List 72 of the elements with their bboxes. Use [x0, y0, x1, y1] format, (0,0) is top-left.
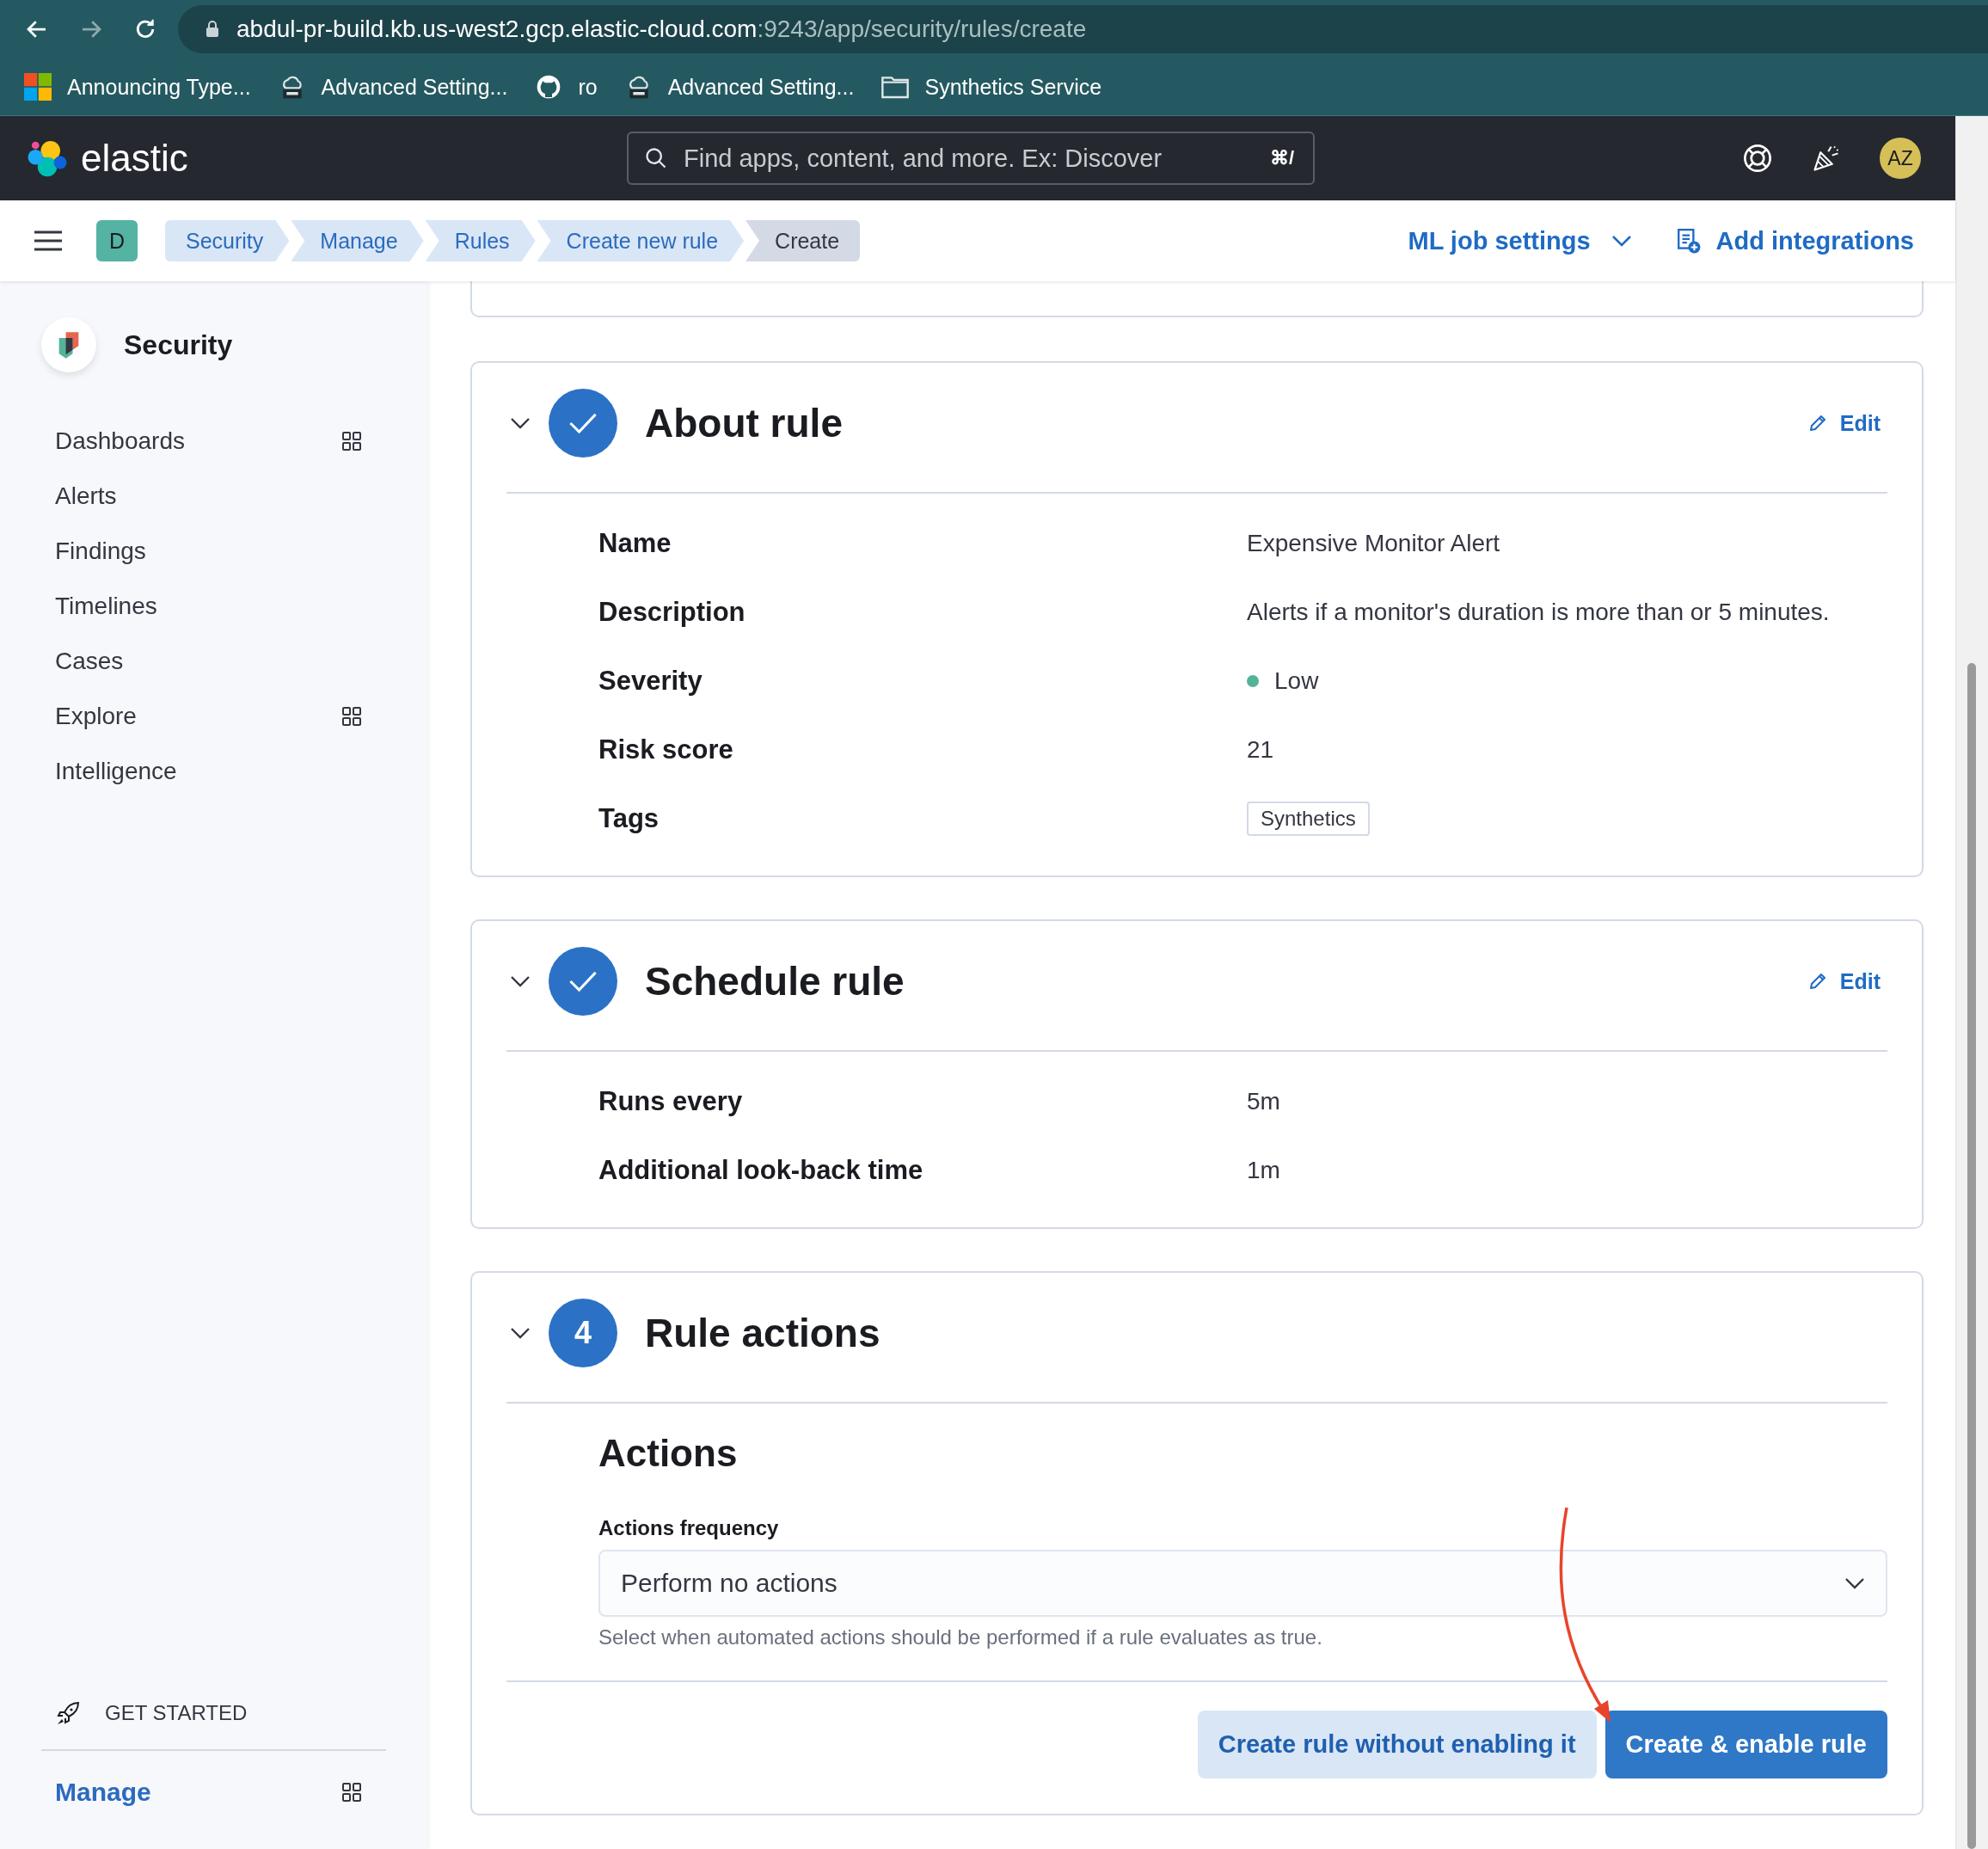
- chevron-down-icon: [1611, 235, 1632, 247]
- field-label: Additional look-back time: [598, 1155, 924, 1186]
- chevron-down-icon[interactable]: [510, 417, 531, 429]
- section-title: Rule actions: [645, 1310, 880, 1356]
- field-label: Runs every: [598, 1086, 744, 1117]
- rocket-icon: [55, 1700, 81, 1726]
- grid-icon[interactable]: [341, 706, 362, 727]
- field-value: 21: [1247, 736, 1274, 764]
- user-avatar[interactable]: AZ: [1880, 138, 1921, 179]
- edit-link[interactable]: Edit: [1807, 968, 1881, 994]
- breadcrumb-item[interactable]: Rules: [425, 220, 536, 261]
- menu-icon[interactable]: [34, 230, 62, 251]
- check-icon: [568, 411, 598, 435]
- scrollbar[interactable]: [1955, 116, 1988, 1849]
- space-avatar[interactable]: D: [96, 220, 138, 261]
- section-title: Schedule rule: [645, 958, 905, 1004]
- grid-icon[interactable]: [341, 1782, 362, 1803]
- nav-item[interactable]: Alerts: [41, 469, 386, 524]
- grid-icon[interactable]: [341, 431, 362, 452]
- field-value: Alerts if a monitor's duration is more than or 5 minutes.: [1247, 599, 1830, 626]
- bookmark[interactable]: Announcing Type...: [24, 73, 251, 101]
- help-icon[interactable]: [1742, 143, 1773, 174]
- breadcrumb-item[interactable]: Create: [746, 220, 861, 261]
- nav-item[interactable]: Intelligence: [41, 744, 386, 799]
- address-bar[interactable]: abdul-pr-build.kb.us-west2.gcp.elastic-cloud.com:9243/app/security/rules/create: [178, 5, 1988, 53]
- action-button[interactable]: Create rule without enabling it: [1197, 1711, 1597, 1778]
- field-value: 1m: [1247, 1157, 1280, 1184]
- header-link[interactable]: Add integrations: [1676, 226, 1914, 255]
- action-button[interactable]: Create & enable rule: [1605, 1711, 1887, 1778]
- nav-item[interactable]: Dashboards: [41, 414, 386, 469]
- field-label: Actions frequency: [598, 1515, 780, 1541]
- bookmark[interactable]: Synthetics Service: [881, 73, 1102, 101]
- header-link[interactable]: ML job settings: [1408, 226, 1632, 255]
- nav-item[interactable]: Cases: [41, 634, 386, 689]
- search-icon: [644, 146, 668, 170]
- section-title: About rule: [645, 400, 843, 446]
- bookmark[interactable]: Advanced Setting...: [278, 73, 508, 101]
- nav-item[interactable]: Manage: [41, 1765, 386, 1820]
- field-label: Description: [598, 597, 746, 628]
- frequency-select[interactable]: Perform no actions: [598, 1550, 1887, 1617]
- field-value: Expensive Monitor Alert: [1247, 530, 1500, 557]
- shortcut-hint: ⌘/: [1269, 147, 1294, 169]
- field-value: Low: [1274, 667, 1319, 695]
- nav-item[interactable]: Explore: [41, 689, 386, 744]
- shield-icon: [57, 330, 81, 359]
- check-icon: [568, 969, 598, 993]
- field-value: 5m: [1247, 1088, 1280, 1115]
- breadcrumb-item[interactable]: Manage: [291, 220, 424, 261]
- breadcrumb-item[interactable]: Security: [165, 220, 290, 261]
- get-started-link[interactable]: GET STARTED: [41, 1687, 386, 1739]
- nav-item[interactable]: Findings: [41, 524, 386, 579]
- chevron-down-icon: [1844, 1577, 1865, 1589]
- bookmark[interactable]: ro: [535, 73, 598, 101]
- step-badge: 4: [549, 1299, 617, 1367]
- brand-name: elastic: [81, 137, 188, 180]
- bookmark[interactable]: Advanced Setting...: [624, 73, 855, 101]
- edit-link[interactable]: Edit: [1807, 410, 1881, 436]
- field-label: Risk score: [598, 734, 734, 765]
- app-title: Security: [124, 329, 233, 361]
- breadcrumb-item[interactable]: Create new rule: [537, 220, 745, 261]
- tiles-icon: [24, 73, 52, 101]
- subsection-title: Actions: [598, 1431, 739, 1476]
- chevron-down-icon[interactable]: [510, 1327, 531, 1339]
- field-label: Name: [598, 528, 672, 559]
- lock-icon: [206, 21, 219, 38]
- field-label: Severity: [598, 666, 703, 697]
- chevron-down-icon[interactable]: [510, 975, 531, 987]
- nav-item[interactable]: Timelines: [41, 579, 386, 634]
- help-text: Select when automated actions should be performed if a rule evaluates as true.: [598, 1625, 1323, 1650]
- tag: Synthetics: [1247, 802, 1370, 836]
- field-label: Tags: [598, 803, 660, 834]
- integrations-icon: [1676, 228, 1701, 254]
